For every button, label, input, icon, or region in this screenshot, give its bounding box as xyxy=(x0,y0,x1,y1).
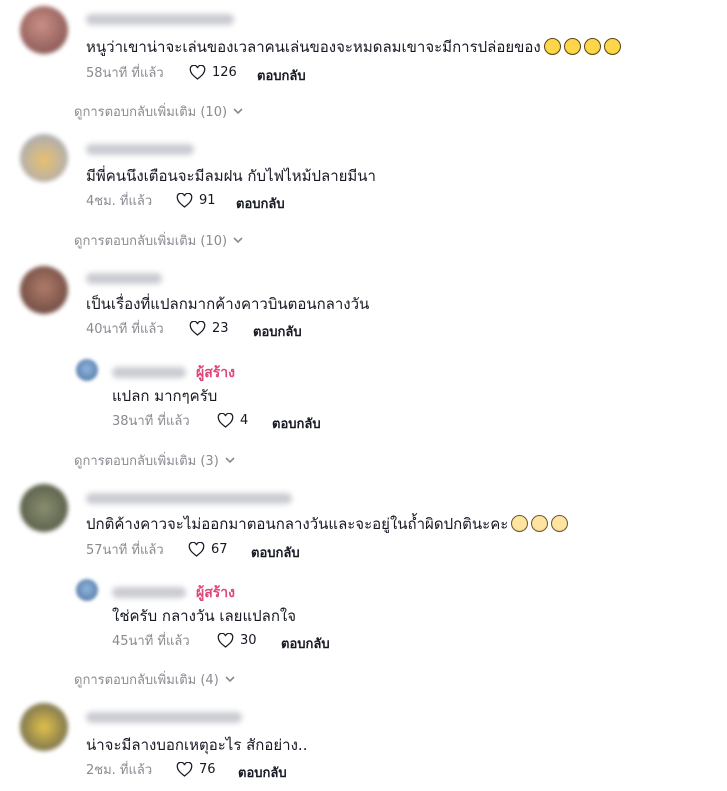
view-more-label: ดูการตอบกลับเพิ่มเติม (4) xyxy=(74,673,219,688)
heart-icon xyxy=(188,542,205,557)
avatar[interactable] xyxy=(20,134,68,182)
like-count: 4 xyxy=(240,413,249,428)
timestamp: 58นาที ที่แล้ว xyxy=(86,66,164,81)
reply-button[interactable]: ตอบกลับ xyxy=(251,542,300,563)
timestamp: 2ชม. ที่แล้ว xyxy=(86,763,153,778)
avatar[interactable] xyxy=(20,266,68,314)
view-more-label: ดูการตอบกลับเพิ่มเติม (10) xyxy=(74,105,228,120)
chevron-down-icon xyxy=(225,676,235,683)
view-more-replies[interactable]: ดูการตอบกลับเพิ่มเติม (3) xyxy=(74,450,235,471)
like-button[interactable]: 30 xyxy=(217,633,257,648)
reply-button[interactable]: ตอบกลับ xyxy=(272,413,321,434)
like-count: 126 xyxy=(212,65,237,80)
creator-avatar[interactable] xyxy=(76,359,98,381)
creator-badge: ผู้สร้าง xyxy=(196,585,235,601)
heart-icon xyxy=(217,413,234,428)
timestamp: 4ชม. ที่แล้ว xyxy=(86,194,153,209)
chevron-down-icon xyxy=(233,108,243,115)
flushed-face-emoji xyxy=(531,515,549,532)
like-count: 23 xyxy=(212,321,229,336)
username[interactable] xyxy=(86,493,292,504)
comment-text: ปกติค้างคาวจะไม่ออกมาตอนกลางวันและจะอยู่… xyxy=(86,514,569,534)
heart-icon xyxy=(176,193,193,208)
timestamp: 57นาที ที่แล้ว xyxy=(86,543,164,558)
creator-username[interactable] xyxy=(112,587,186,598)
avatar[interactable] xyxy=(20,484,68,532)
comment-body: หนูว่าเขาน่าจะเล่นของเวลาคนเล่นของจะหมดล… xyxy=(86,38,541,56)
username[interactable] xyxy=(86,712,242,723)
username[interactable] xyxy=(86,14,234,25)
heart-icon xyxy=(189,321,206,336)
grinning-sweat-emoji xyxy=(543,38,561,55)
grinning-sweat-emoji xyxy=(563,38,581,55)
timestamp: 40นาที ที่แล้ว xyxy=(86,322,164,337)
like-button[interactable]: 76 xyxy=(176,762,216,777)
avatar[interactable] xyxy=(20,6,68,54)
comment-text: มีพี่คนนึงเตือนจะมีลมฝน กับไฟไหม้ปลายมีน… xyxy=(86,167,376,185)
reply-button[interactable]: ตอบกลับ xyxy=(236,193,285,214)
timestamp: 45นาที ที่แล้ว xyxy=(112,634,190,649)
view-more-replies[interactable]: ดูการตอบกลับเพิ่มเติม (10) xyxy=(74,101,243,122)
comment-text: เป็นเรื่องที่แปลกมากค้างคาวบินตอนกลางวัน xyxy=(86,295,370,313)
view-more-replies[interactable]: ดูการตอบกลับเพิ่มเติม (4) xyxy=(74,669,235,690)
like-count: 67 xyxy=(211,542,228,557)
reply-button[interactable]: ตอบกลับ xyxy=(281,633,330,654)
grinning-sweat-emoji xyxy=(603,38,621,55)
like-count: 30 xyxy=(240,633,257,648)
view-more-replies[interactable]: ดูการตอบกลับเพิ่มเติม (10) xyxy=(74,230,243,251)
grinning-sweat-emoji xyxy=(583,38,601,55)
chevron-down-icon xyxy=(233,237,243,244)
avatar[interactable] xyxy=(20,703,68,751)
like-button[interactable]: 67 xyxy=(188,542,228,557)
comment-text: หนูว่าเขาน่าจะเล่นของเวลาคนเล่นของจะหมดล… xyxy=(86,37,621,57)
timestamp: 38นาที ที่แล้ว xyxy=(112,414,190,429)
like-button[interactable]: 91 xyxy=(176,193,216,208)
view-more-label: ดูการตอบกลับเพิ่มเติม (3) xyxy=(74,454,219,469)
like-count: 76 xyxy=(199,762,216,777)
username[interactable] xyxy=(86,273,162,284)
comment-text: น่าจะมีลางบอกเหตุอะไร สักอย่าง.. xyxy=(86,736,308,754)
creator-avatar[interactable] xyxy=(76,579,98,601)
comment-body: ปกติค้างคาวจะไม่ออกมาตอนกลางวันและจะอยู่… xyxy=(86,515,509,533)
reply-text: ใช่ครับ กลางวัน เลยแปลกใจ xyxy=(112,607,297,625)
reply-button[interactable]: ตอบกลับ xyxy=(253,321,302,342)
heart-icon xyxy=(217,633,234,648)
flushed-face-emoji xyxy=(551,515,569,532)
like-count: 91 xyxy=(199,193,216,208)
view-more-label: ดูการตอบกลับเพิ่มเติม (10) xyxy=(74,234,228,249)
chevron-down-icon xyxy=(225,457,235,464)
creator-badge: ผู้สร้าง xyxy=(196,365,235,381)
reply-button[interactable]: ตอบกลับ xyxy=(257,65,306,86)
like-button[interactable]: 126 xyxy=(189,65,237,80)
heart-icon xyxy=(176,762,193,777)
heart-icon xyxy=(189,65,206,80)
reply-button[interactable]: ตอบกลับ xyxy=(238,762,287,783)
flushed-face-emoji xyxy=(511,515,529,532)
creator-username[interactable] xyxy=(112,367,186,378)
like-button[interactable]: 4 xyxy=(217,413,248,428)
like-button[interactable]: 23 xyxy=(189,321,229,336)
reply-text: แปลก มากๆครับ xyxy=(112,387,218,405)
username[interactable] xyxy=(86,144,194,155)
